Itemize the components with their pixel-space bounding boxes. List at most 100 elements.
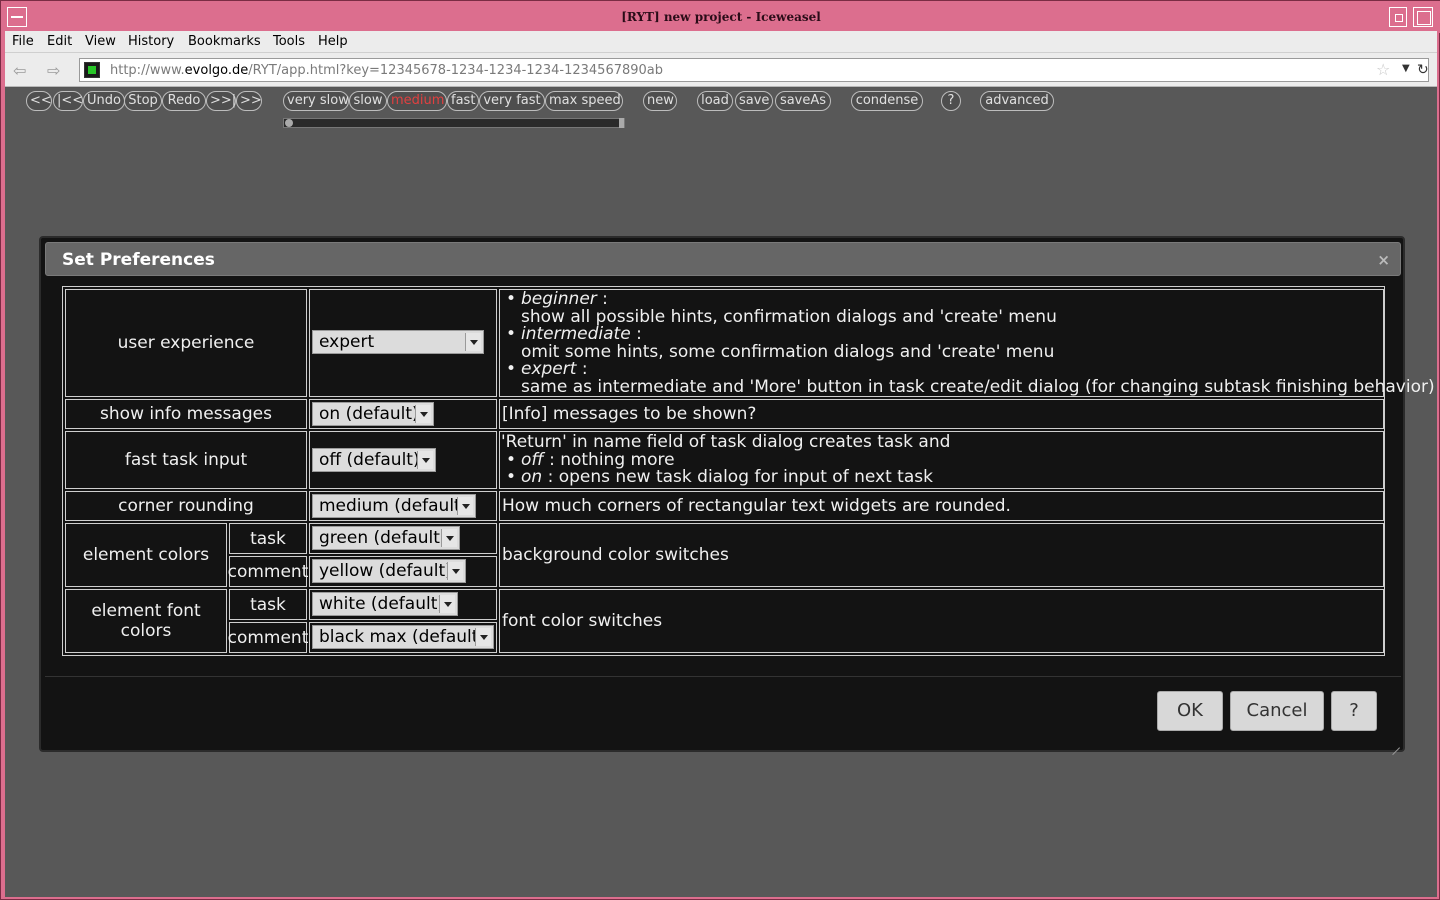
element-font-colors-task-cell: white (default) xyxy=(309,589,497,620)
speed-very-slow-button[interactable]: very slow xyxy=(283,91,349,111)
app-area: << |<< Undo Stop Redo >>| >> very slow s… xyxy=(5,88,1437,897)
toolbar-help-button[interactable]: ? xyxy=(941,91,961,111)
element-colors-task-select[interactable]: green (default) xyxy=(312,526,460,550)
url-path: /RYT/app.html?key=12345678-1234-1234-123… xyxy=(248,63,664,78)
element-colors-comment-select[interactable]: yellow (default) xyxy=(312,559,466,583)
element-font-colors-comment-select[interactable]: black max (default) xyxy=(312,625,494,649)
forward-icon[interactable]: ⇨ xyxy=(47,61,60,80)
expert-text: same as intermediate and 'More' button i… xyxy=(521,376,1435,397)
step-first-button[interactable]: |<< xyxy=(53,91,83,111)
element-colors-task-cell: green (default) xyxy=(309,523,497,554)
corner-rounding-label: corner rounding xyxy=(65,491,307,521)
element-font-colors-comment-cell: black max (default) xyxy=(309,622,497,653)
save-button[interactable]: save xyxy=(735,91,773,111)
menu-tools[interactable]: Tools xyxy=(273,34,305,49)
stop-button[interactable]: Stop xyxy=(124,91,162,111)
user-experience-desc-cell: beginner : show all possible hints, conf… xyxy=(499,289,1435,397)
url-dropdown-icon[interactable]: ▼ xyxy=(1402,63,1410,74)
save-as-button[interactable]: saveAs xyxy=(775,91,831,111)
cancel-button[interactable]: Cancel xyxy=(1230,691,1324,731)
restore-button[interactable] xyxy=(1389,7,1407,27)
speed-fast-button[interactable]: fast xyxy=(447,91,479,111)
load-button[interactable]: load xyxy=(697,91,733,111)
expert-term: expert xyxy=(521,359,577,379)
menu-help[interactable]: Help xyxy=(318,34,348,49)
corner-rounding-value: medium (default) xyxy=(319,496,468,516)
condense-button[interactable]: condense xyxy=(851,91,923,111)
undo-button[interactable]: Undo xyxy=(83,91,125,111)
element-colors-comment-label: comment xyxy=(228,556,308,587)
preferences-dialog: Set Preferences × user experience expert xyxy=(39,236,1435,752)
browser-client: File Edit View History Bookmarks Tools H… xyxy=(5,31,1437,897)
maximize-button[interactable] xyxy=(1413,7,1433,27)
url-host: evolgo.de xyxy=(184,63,249,78)
menubar: File Edit View History Bookmarks Tools H… xyxy=(5,31,1437,53)
user-experience-select[interactable]: expert xyxy=(312,330,484,354)
fast-task-select[interactable]: off (default) xyxy=(312,448,436,472)
dialog-title: Set Preferences xyxy=(62,250,215,270)
user-experience-label: user experience xyxy=(65,289,307,397)
show-info-label: show info messages xyxy=(65,399,307,429)
dialog-header[interactable]: Set Preferences × xyxy=(45,242,1401,276)
corner-rounding-select[interactable]: medium (default) xyxy=(312,494,476,518)
corner-rounding-cell: medium (default) xyxy=(309,491,497,521)
chevron-down-icon xyxy=(441,529,457,547)
slider-right-knob[interactable] xyxy=(619,118,624,128)
chevron-down-icon xyxy=(417,451,433,469)
intermediate-term: intermediate xyxy=(521,324,631,344)
element-font-colors-comment-label: comment xyxy=(228,622,308,653)
element-colors-task-value: green (default) xyxy=(319,528,447,548)
speed-medium-button[interactable]: medium xyxy=(387,91,447,111)
show-info-select[interactable]: on (default) xyxy=(312,402,434,426)
resize-handle-icon[interactable] xyxy=(1390,738,1400,748)
step-last-button[interactable]: >>| xyxy=(206,91,236,111)
fast-task-cell: off (default) xyxy=(309,431,497,489)
reload-icon[interactable]: ↻ xyxy=(1417,62,1429,78)
beginner-term: beginner xyxy=(521,289,597,309)
preferences-table: user experience expert beginner : show a… xyxy=(62,286,1435,656)
show-info-cell: on (default) xyxy=(309,399,497,429)
menu-file[interactable]: File xyxy=(12,34,34,49)
element-font-colors-desc: font color switches xyxy=(499,589,1384,653)
navigation-bar: ⇦ ⇨ http://www.evolgo.de/RYT/app.html?ke… xyxy=(5,53,1437,87)
fast-task-value: off (default) xyxy=(319,450,420,470)
on-text: opens new task dialog for input of next … xyxy=(558,467,933,487)
chevron-down-icon xyxy=(415,405,431,423)
dialog-help-button[interactable]: ? xyxy=(1331,691,1377,731)
chevron-down-icon xyxy=(475,628,491,646)
menu-bookmarks[interactable]: Bookmarks xyxy=(188,34,261,49)
speed-very-fast-button[interactable]: very fast xyxy=(479,91,545,111)
url-prefix: http://www. xyxy=(110,63,185,78)
bookmark-star-icon[interactable]: ☆ xyxy=(1376,60,1390,79)
show-info-desc: [Info] messages to be shown? xyxy=(499,399,1384,429)
user-experience-desc: beginner : show all possible hints, conf… xyxy=(501,289,1435,397)
element-font-colors-task-label: task xyxy=(229,589,307,620)
last-button[interactable]: >> xyxy=(236,91,262,111)
element-colors-label: element colors xyxy=(65,523,227,587)
menu-view[interactable]: View xyxy=(85,34,116,49)
fast-task-desc: 'Return' in name field of task dialog cr… xyxy=(501,433,1381,487)
first-button[interactable]: << xyxy=(26,91,52,111)
fast-task-desc-cell: 'Return' in name field of task dialog cr… xyxy=(499,431,1384,489)
speed-slow-button[interactable]: slow xyxy=(349,91,387,111)
element-colors-comment-value: yellow (default) xyxy=(319,561,452,581)
speed-max-button[interactable]: max speed xyxy=(545,91,623,111)
redo-button[interactable]: Redo xyxy=(162,91,206,111)
element-colors-desc: background color switches xyxy=(499,523,1384,587)
close-icon[interactable]: × xyxy=(1377,251,1390,269)
ok-button[interactable]: OK xyxy=(1157,691,1223,731)
url-text[interactable]: http://www.evolgo.de/RYT/app.html?key=12… xyxy=(110,63,663,78)
url-bar[interactable]: http://www.evolgo.de/RYT/app.html?key=12… xyxy=(79,58,1429,82)
chevron-down-icon xyxy=(465,333,481,351)
speed-slider[interactable] xyxy=(283,118,625,128)
window-title: [RYT] new project - Iceweasel xyxy=(621,10,821,24)
back-icon[interactable]: ⇦ xyxy=(13,61,26,80)
new-button[interactable]: new xyxy=(643,91,677,111)
element-font-colors-task-select[interactable]: white (default) xyxy=(312,592,458,616)
menu-edit[interactable]: Edit xyxy=(47,34,72,49)
advanced-button[interactable]: advanced xyxy=(980,91,1054,111)
element-font-colors-label: element font colors xyxy=(65,589,227,653)
element-colors-task-label: task xyxy=(229,523,307,554)
slider-left-knob[interactable] xyxy=(285,119,293,127)
menu-history[interactable]: History xyxy=(128,34,174,49)
